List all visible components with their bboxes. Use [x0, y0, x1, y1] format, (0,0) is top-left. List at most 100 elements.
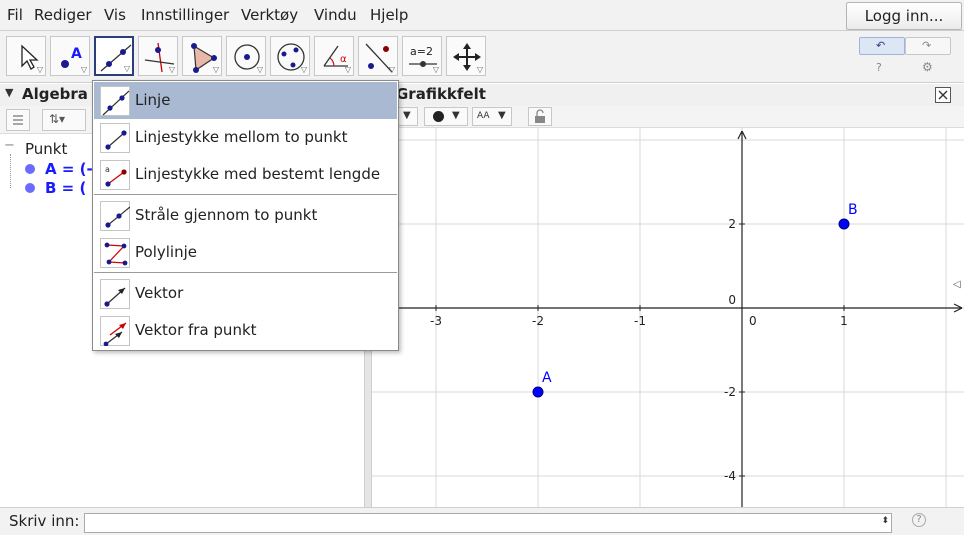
perpendicular-line-tool-button[interactable]: ▽: [138, 36, 178, 76]
dropdown-item-linje[interactable]: Linje: [94, 82, 397, 119]
move-graphics-tool-button[interactable]: ▽: [446, 36, 486, 76]
angle-tool-button[interactable]: α ▽: [314, 36, 354, 76]
graphics-view[interactable]: -3 -2 -1 0 1 -4 -2 0 2 A B: [372, 128, 964, 507]
graphics-style-bar: ▼ ▼ AA ▼: [372, 106, 964, 128]
tree-group-label: Punkt: [25, 140, 68, 158]
algebra-title: Algebra: [22, 85, 88, 103]
menu-fil[interactable]: Fil: [7, 6, 23, 24]
x-tick-label: -1: [634, 314, 646, 328]
menu-verktoy[interactable]: Verktøy: [241, 6, 298, 24]
chevron-down-icon: ▼: [452, 110, 460, 121]
dropdown-item-stråle-gjennom-to-punkt[interactable]: Stråle gjennom to punkt: [94, 197, 397, 234]
reflect-tool-button[interactable]: ▽: [358, 36, 398, 76]
auxiliary-objects-button[interactable]: [6, 109, 30, 131]
collapse-triangle-icon[interactable]: ▼: [5, 86, 13, 99]
svg-text:a=2: a=2: [410, 45, 433, 58]
algebra-item-a[interactable]: A = (-: [45, 160, 93, 178]
menu-vindu[interactable]: Vindu: [314, 6, 357, 24]
segment-fixed-length-icon: a: [100, 160, 130, 190]
dropdown-item-polylinje[interactable]: Polylinje: [94, 234, 397, 271]
x-tick-label: 1: [840, 314, 848, 328]
line-through-two-points-icon: [100, 86, 130, 116]
input-field[interactable]: ⬍: [84, 513, 892, 533]
point-label-b: B: [848, 202, 858, 218]
sort-button[interactable]: ⇅▾: [42, 109, 86, 131]
menu-hjelp[interactable]: Hjelp: [370, 6, 408, 24]
move-tool-button[interactable]: ▽: [6, 36, 46, 76]
undo-button[interactable]: ↶: [859, 37, 905, 55]
coordinate-plot[interactable]: -3 -2 -1 0 1 -4 -2 0 2 A B: [372, 128, 964, 507]
y-tick-label: 2: [728, 217, 736, 231]
menu-vis[interactable]: Vis: [104, 6, 126, 24]
slider-tool-button[interactable]: a=2 ▽: [402, 36, 442, 76]
graphics-header: Grafikkfelt: [372, 84, 964, 106]
dropdown-item-label: Vektor: [135, 284, 184, 302]
svg-text:α: α: [340, 54, 347, 65]
chevron-down-icon: ▼: [403, 110, 411, 121]
menu-rediger[interactable]: Rediger: [34, 6, 92, 24]
dropdown-item-label: Linjestykke med bestemt lengde: [135, 165, 381, 183]
text-size-icon: AA: [477, 111, 490, 121]
chevron-down-icon: ▼: [498, 110, 506, 121]
vector-from-point-icon: [100, 316, 130, 346]
symbol-dropdown-icon[interactable]: ⬍: [881, 516, 889, 526]
input-help-icon[interactable]: ?: [912, 513, 926, 527]
point-label-a: A: [542, 370, 552, 386]
conic-tool-button[interactable]: ▽: [270, 36, 310, 76]
menu-innstillinger[interactable]: Innstillinger: [141, 6, 229, 24]
list-icon: [13, 115, 23, 125]
algebra-item-b[interactable]: B = (: [45, 179, 86, 197]
dropdown-separator: [94, 194, 397, 195]
dropdown-item-label: Linjestykke mellom to punkt: [135, 128, 348, 146]
redo-button[interactable]: ↷: [905, 37, 951, 55]
dropdown-separator: [94, 272, 397, 273]
dropdown-item-linjestykke-mellom-to-punkt[interactable]: Linjestykke mellom to punkt: [94, 119, 397, 156]
point-b: [838, 218, 850, 230]
svg-text:a: a: [105, 165, 110, 174]
dropdown-item-vektor[interactable]: Vektor: [94, 275, 397, 312]
line-tools-dropdown: Linje Linjestykke mellom to punkt a Linjest…: [92, 80, 399, 351]
dropdown-item-label: Polylinje: [135, 243, 197, 261]
point-a-visibility-toggle[interactable]: [25, 164, 35, 174]
toolbar: ▽ A ▽ ▽ ▽ ▽ ▽ ▽ α ▽ ▽ a=2 ▽ ▽: [0, 31, 964, 83]
y-tick-label: 0: [728, 293, 736, 307]
point-tool-button[interactable]: A ▽: [50, 36, 90, 76]
y-tick-label: -2: [724, 385, 736, 399]
undo-icon: ↶: [876, 39, 886, 52]
circle-tool-button[interactable]: ▽: [226, 36, 266, 76]
dropdown-item-linjestykke-med-bestemt-lengde[interactable]: a Linjestykke med bestemt lengde: [94, 156, 397, 193]
tree-collapse-icon[interactable]: −: [4, 138, 15, 153]
ray-icon: [100, 201, 130, 231]
help-icon[interactable]: ?: [876, 61, 882, 74]
lock-icon: [535, 109, 545, 123]
graphics-title: Grafikkfelt: [396, 85, 486, 103]
text-size-button[interactable]: AA ▼: [472, 107, 512, 126]
input-bar: Skriv inn: ⬍ ?: [0, 507, 964, 535]
polyline-icon: [100, 238, 130, 268]
polygon-tool-button[interactable]: ▽: [182, 36, 222, 76]
lock-button[interactable]: [528, 107, 552, 126]
close-icon: [938, 90, 948, 100]
redo-icon: ↷: [922, 39, 932, 52]
menu-bar: Fil Rediger Vis Innstillinger Verktøy Vi…: [0, 0, 964, 31]
point-style-icon: [433, 111, 444, 122]
dropdown-item-vektor-fra-punkt[interactable]: Vektor fra punkt: [94, 312, 397, 349]
y-tick-label: -4: [724, 469, 736, 483]
dropdown-item-label: Stråle gjennom to punkt: [135, 206, 318, 224]
x-tick-label: -3: [430, 314, 442, 328]
dropdown-item-label: Linje: [135, 91, 171, 109]
segment-icon: [100, 123, 130, 153]
sort-icon: ⇅▾: [49, 112, 66, 126]
input-label: Skriv inn:: [9, 512, 80, 530]
line-tool-button[interactable]: ▽: [94, 36, 134, 76]
gear-icon[interactable]: ⚙: [922, 60, 933, 74]
vector-icon: [100, 279, 130, 309]
close-graphics-button[interactable]: [935, 87, 951, 103]
point-b-visibility-toggle[interactable]: [25, 183, 35, 193]
dropdown-item-label: Vektor fra punkt: [135, 321, 257, 339]
expand-panel-icon[interactable]: ◁: [953, 279, 961, 290]
x-tick-label: -2: [532, 314, 544, 328]
point-style-button[interactable]: ▼: [424, 107, 468, 126]
login-button[interactable]: Logg inn...: [846, 2, 962, 30]
svg-text:A: A: [71, 46, 82, 62]
